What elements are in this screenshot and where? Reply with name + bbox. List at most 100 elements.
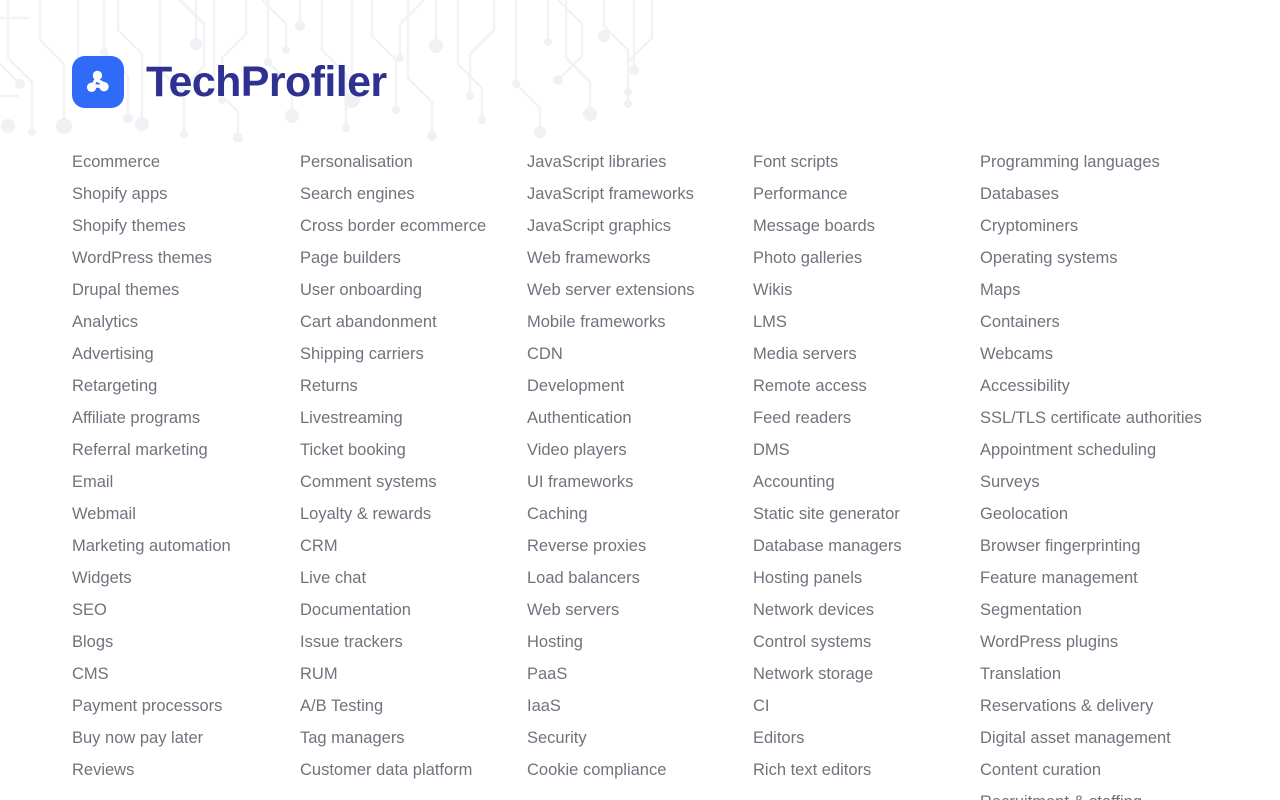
category-link[interactable]: Geolocation — [980, 504, 1260, 536]
category-link[interactable]: Font scripts — [753, 152, 980, 184]
category-link[interactable]: Web server extensions — [527, 280, 753, 312]
category-link[interactable]: Rich text editors — [753, 760, 980, 792]
category-link[interactable]: Returns — [300, 376, 527, 408]
category-link[interactable]: Databases — [980, 184, 1260, 216]
category-link[interactable]: User onboarding — [300, 280, 527, 312]
category-link[interactable]: CRM — [300, 536, 527, 568]
category-link[interactable]: SSL/TLS certificate authorities — [980, 408, 1260, 440]
category-link[interactable]: Webmail — [72, 504, 300, 536]
category-link[interactable]: Reverse proxies — [527, 536, 753, 568]
category-link[interactable]: Static site generator — [753, 504, 980, 536]
category-link[interactable]: Page builders — [300, 248, 527, 280]
category-link[interactable]: Containers — [980, 312, 1260, 344]
category-link[interactable]: Database managers — [753, 536, 980, 568]
category-link[interactable]: Accounting — [753, 472, 980, 504]
category-link[interactable]: Network devices — [753, 600, 980, 632]
category-link[interactable]: Issue trackers — [300, 632, 527, 664]
category-link[interactable]: RUM — [300, 664, 527, 696]
category-link[interactable]: Network storage — [753, 664, 980, 696]
category-link[interactable]: Feed readers — [753, 408, 980, 440]
category-link[interactable]: Livestreaming — [300, 408, 527, 440]
category-link[interactable]: Hosting panels — [753, 568, 980, 600]
category-link[interactable]: Cookie compliance — [527, 760, 753, 792]
category-link[interactable]: Translation — [980, 664, 1260, 696]
category-link[interactable]: Affiliate programs — [72, 408, 300, 440]
category-link[interactable]: Web servers — [527, 600, 753, 632]
category-link[interactable]: Appointment scheduling — [980, 440, 1260, 472]
category-link[interactable]: Surveys — [980, 472, 1260, 504]
category-link[interactable]: Feature management — [980, 568, 1260, 600]
category-link[interactable]: UI frameworks — [527, 472, 753, 504]
category-link[interactable]: A/B Testing — [300, 696, 527, 728]
category-link[interactable]: Cross border ecommerce — [300, 216, 527, 248]
category-link[interactable]: Control systems — [753, 632, 980, 664]
category-link[interactable]: Personalisation — [300, 152, 527, 184]
category-link[interactable]: CDN — [527, 344, 753, 376]
category-link[interactable]: Load balancers — [527, 568, 753, 600]
category-link[interactable]: Maps — [980, 280, 1260, 312]
category-link[interactable]: Reservations & delivery — [980, 696, 1260, 728]
category-link[interactable]: WordPress themes — [72, 248, 300, 280]
category-link[interactable]: Cryptominers — [980, 216, 1260, 248]
category-link[interactable]: LMS — [753, 312, 980, 344]
category-link[interactable]: Loyalty & rewards — [300, 504, 527, 536]
category-link[interactable]: Shopify themes — [72, 216, 300, 248]
category-link[interactable]: Browser fingerprinting — [980, 536, 1260, 568]
category-link[interactable]: Media servers — [753, 344, 980, 376]
category-link[interactable]: CI — [753, 696, 980, 728]
category-link[interactable]: DMS — [753, 440, 980, 472]
category-link[interactable]: Security — [527, 728, 753, 760]
category-link[interactable]: Webcams — [980, 344, 1260, 376]
category-link[interactable]: Documentation — [300, 600, 527, 632]
category-link[interactable]: Recruitment & staffing — [980, 792, 1260, 800]
category-link[interactable]: Blogs — [72, 632, 300, 664]
category-link[interactable]: Cart abandonment — [300, 312, 527, 344]
category-link[interactable]: Shipping carriers — [300, 344, 527, 376]
category-link[interactable]: Message boards — [753, 216, 980, 248]
category-link[interactable]: Reviews — [72, 760, 300, 792]
category-link[interactable]: Shopify apps — [72, 184, 300, 216]
category-link[interactable]: Content curation — [980, 760, 1260, 792]
category-link[interactable]: Wikis — [753, 280, 980, 312]
category-link[interactable]: Payment processors — [72, 696, 300, 728]
category-link[interactable]: Mobile frameworks — [527, 312, 753, 344]
category-link[interactable]: Ecommerce — [72, 152, 300, 184]
category-link[interactable]: Editors — [753, 728, 980, 760]
category-link[interactable]: Performance — [753, 184, 980, 216]
category-link[interactable]: Photo galleries — [753, 248, 980, 280]
category-link[interactable]: Authentication — [527, 408, 753, 440]
category-link[interactable]: JavaScript graphics — [527, 216, 753, 248]
category-link[interactable]: Customer data platform — [300, 760, 527, 792]
category-link[interactable]: SEO — [72, 600, 300, 632]
category-link[interactable]: Ticket booking — [300, 440, 527, 472]
category-link[interactable]: JavaScript libraries — [527, 152, 753, 184]
brand-header[interactable]: TechProfiler — [72, 56, 387, 108]
category-link[interactable]: Programming languages — [980, 152, 1260, 184]
category-link[interactable]: Digital asset management — [980, 728, 1260, 760]
category-link[interactable]: Advertising — [72, 344, 300, 376]
category-link[interactable]: IaaS — [527, 696, 753, 728]
category-link[interactable]: Comment systems — [300, 472, 527, 504]
category-link[interactable]: Widgets — [72, 568, 300, 600]
category-link[interactable]: Referral marketing — [72, 440, 300, 472]
category-link[interactable]: Segmentation — [980, 600, 1260, 632]
category-link[interactable]: Live chat — [300, 568, 527, 600]
category-link[interactable]: Marketing automation — [72, 536, 300, 568]
category-link[interactable]: Email — [72, 472, 300, 504]
category-link[interactable]: JavaScript frameworks — [527, 184, 753, 216]
category-link[interactable]: Development — [527, 376, 753, 408]
category-link[interactable]: Retargeting — [72, 376, 300, 408]
category-link[interactable]: Tag managers — [300, 728, 527, 760]
category-link[interactable]: Caching — [527, 504, 753, 536]
category-link[interactable]: Operating systems — [980, 248, 1260, 280]
category-link[interactable]: CMS — [72, 664, 300, 696]
category-link[interactable]: Analytics — [72, 312, 300, 344]
category-link[interactable]: Video players — [527, 440, 753, 472]
category-link[interactable]: WordPress plugins — [980, 632, 1260, 664]
category-link[interactable]: Hosting — [527, 632, 753, 664]
category-link[interactable]: Accessibility — [980, 376, 1260, 408]
category-link[interactable]: Drupal themes — [72, 280, 300, 312]
category-link[interactable]: Search engines — [300, 184, 527, 216]
category-link[interactable]: Buy now pay later — [72, 728, 300, 760]
category-link[interactable]: Web frameworks — [527, 248, 753, 280]
